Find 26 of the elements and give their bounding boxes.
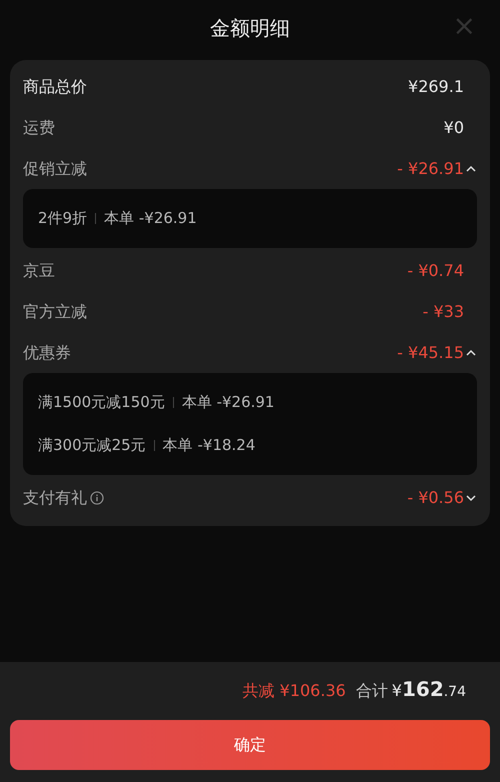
row-label: 官方立减	[23, 300, 87, 322]
row-label: 支付有礼	[23, 486, 87, 508]
detail-name: 满1500元减150元	[38, 392, 165, 414]
detail-name: 满300元减25元	[38, 435, 146, 456]
row-label: 促销立减	[23, 158, 87, 180]
detail-amount: 本单 -¥18.24	[162, 435, 256, 456]
amount-value: ¥0	[444, 116, 464, 138]
row-label: 优惠券	[23, 342, 71, 364]
savings-total: 共减 ¥106.36	[242, 680, 346, 702]
amount-value: ¥269.1	[408, 76, 464, 98]
confirm-button[interactable]: 确定	[10, 720, 490, 770]
row-label: 运费	[23, 116, 55, 138]
detail-amount: 本单 -¥26.91	[104, 208, 197, 230]
amount-value: - ¥33	[422, 300, 464, 322]
row-label: 京豆	[23, 260, 55, 282]
amount-value: - ¥0.74	[407, 260, 464, 282]
info-icon[interactable]	[90, 490, 104, 504]
amount-value: - ¥26.91	[397, 158, 464, 180]
detail-amount: 本单 -¥26.91	[182, 392, 274, 414]
row-label: 商品总价	[23, 76, 87, 98]
total-amount: ¥162.74	[392, 676, 466, 703]
detail-name: 2件9折	[38, 208, 88, 230]
sheet-title: 金额明细	[210, 15, 290, 42]
amount-value: - ¥45.15	[397, 342, 464, 364]
amount-value: - ¥0.56	[407, 486, 464, 508]
total-label: 合计	[356, 680, 388, 702]
